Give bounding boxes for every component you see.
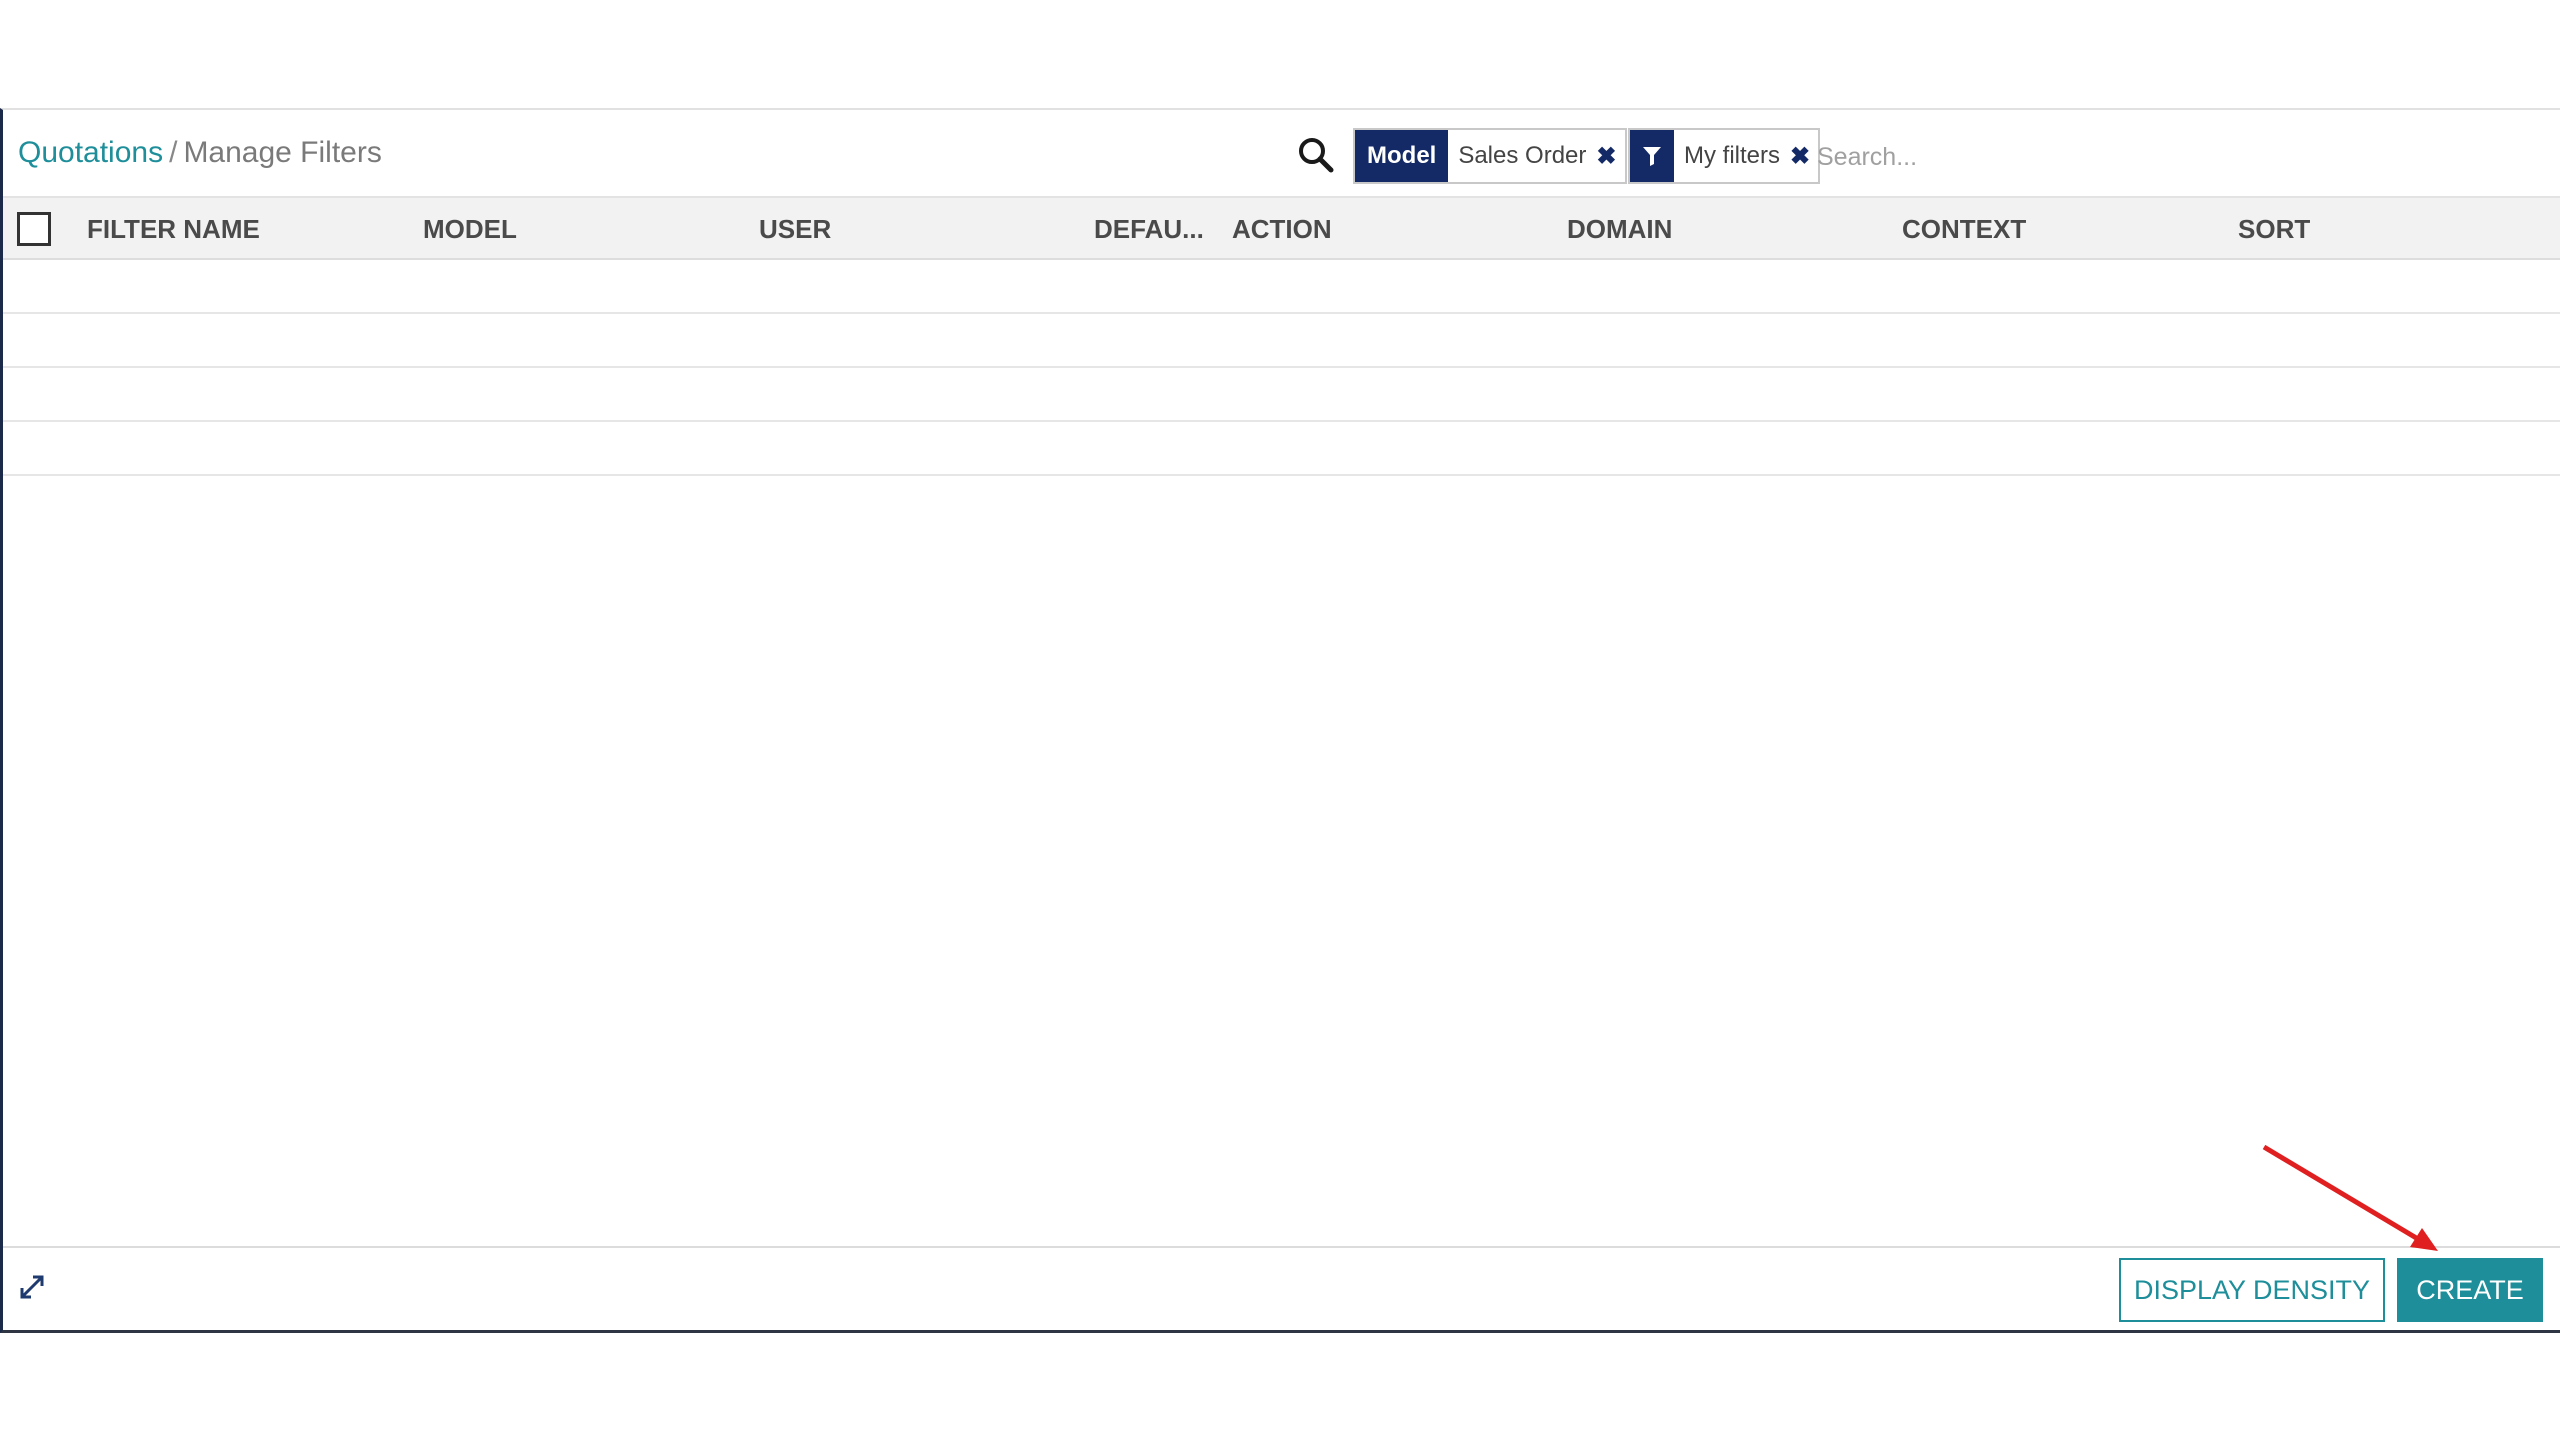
facet-label-model: Model	[1355, 130, 1449, 182]
column-header-user[interactable]: USER	[759, 214, 831, 245]
column-header-domain[interactable]: DOMAIN	[1567, 214, 1672, 245]
column-header-model[interactable]: MODEL	[423, 214, 517, 245]
page-title: Manage Filters	[183, 136, 382, 169]
table-row	[3, 260, 2560, 314]
table-row	[3, 314, 2560, 368]
facet-value-sales-order: Sales Order	[1448, 130, 1593, 182]
facet-value-my-filters: My filters	[1674, 130, 1786, 182]
display-density-button[interactable]: DISPLAY DENSITY	[2119, 1258, 2385, 1322]
breadcrumb-link-quotations[interactable]: Quotations	[18, 136, 163, 169]
close-icon[interactable]: ✖	[1592, 130, 1625, 182]
breadcrumb-separator: /	[169, 136, 178, 169]
search-facet-model: Model Sales Order ✖	[1353, 128, 1627, 184]
search-icon[interactable]	[1297, 136, 1335, 174]
create-button[interactable]: CREATE	[2397, 1258, 2543, 1322]
column-header-default[interactable]: DEFAU...	[1094, 214, 1204, 245]
footer-bar: DISPLAY DENSITY CREATE	[3, 1246, 2560, 1332]
manage-filters-panel: Quotations / Manage Filters Model Sales Or…	[0, 108, 2560, 1333]
column-header-sort[interactable]: SORT	[2238, 214, 2310, 245]
close-icon[interactable]: ✖	[1786, 130, 1819, 182]
column-header-context[interactable]: CONTEXT	[1902, 214, 2026, 245]
breadcrumb: Quotations / Manage Filters	[18, 136, 382, 170]
search-input[interactable]	[1815, 132, 2559, 182]
select-all-checkbox[interactable]	[17, 212, 51, 246]
table-row	[3, 368, 2560, 422]
table-row	[3, 422, 2560, 476]
expand-icon[interactable]	[17, 1272, 47, 1302]
column-header-action[interactable]: ACTION	[1232, 214, 1332, 245]
search-facet-my-filters: My filters ✖	[1628, 128, 1821, 184]
column-header-filter-name[interactable]: FILTER NAME	[87, 214, 260, 245]
control-bar: Quotations / Manage Filters Model Sales Or…	[3, 110, 2560, 198]
filter-icon	[1630, 130, 1674, 182]
table-header: FILTER NAME MODEL USER DEFAU... ACTION D…	[3, 198, 2560, 260]
